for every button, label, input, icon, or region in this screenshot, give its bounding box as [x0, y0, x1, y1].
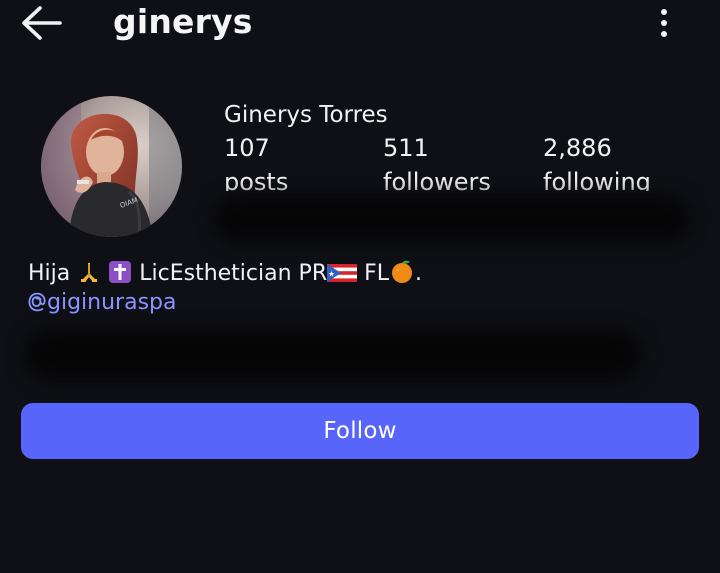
arrow-left-icon [22, 6, 62, 40]
followers-value: 511 [383, 134, 429, 162]
orange-emoji [389, 258, 415, 293]
profile-photo: OIAM [41, 96, 182, 237]
puerto-rico-flag-emoji [327, 262, 358, 293]
profile-username: ginerys [113, 2, 253, 41]
following-value: 2,886 [543, 134, 612, 162]
more-options-button[interactable] [646, 4, 682, 44]
profile-stats: 107 posts 511 followers 2,886 following [200, 132, 720, 191]
posts-value: 107 [224, 134, 270, 162]
threads-at-icon [28, 291, 46, 321]
following-label: following [543, 168, 651, 191]
following-count[interactable]: 2,886 following [543, 132, 651, 191]
bio-text-esthetician: LicEsthetician PR [139, 261, 328, 286]
back-button[interactable] [18, 2, 66, 46]
display-name: Ginerys Torres [224, 102, 388, 128]
follow-button[interactable]: Follow [21, 403, 699, 459]
threads-link[interactable]: giginuraspa [28, 288, 176, 321]
redacted-region [214, 196, 690, 242]
posts-count[interactable]: 107 posts [224, 132, 288, 191]
bio-text-fl: FL [364, 261, 390, 286]
bio-word: Hija [28, 261, 71, 286]
bio-period: . [415, 261, 423, 286]
avatar[interactable]: OIAM [41, 96, 182, 237]
posts-label: posts [224, 168, 289, 191]
profile-header: ginerys [0, 0, 720, 50]
followers-count[interactable]: 511 followers [383, 132, 491, 191]
more-vertical-icon [661, 9, 667, 37]
followers-label: followers [383, 168, 491, 191]
threads-handle: giginuraspa [47, 290, 177, 315]
redacted-region [24, 330, 642, 380]
